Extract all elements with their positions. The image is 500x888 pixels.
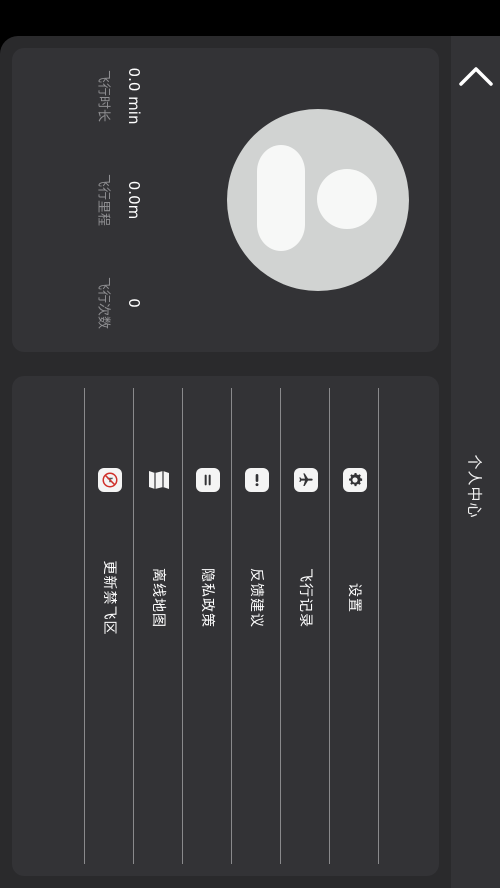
menu-label: 离线地图 [150, 568, 166, 628]
flight-distance-label: 飞行里程 [95, 173, 111, 227]
menu-label: 反馈建议 [248, 568, 264, 628]
profile-panel: 0.0 min 飞行时长 0.0m 飞行里程 0 飞行次数 [12, 48, 439, 352]
flight-count-value: 0 [125, 298, 143, 308]
avatar[interactable] [227, 109, 409, 291]
no-fly-zone-icon [98, 468, 122, 492]
policy-icon [196, 468, 220, 492]
gear-icon [343, 468, 367, 492]
divider [378, 388, 379, 864]
divider [182, 388, 183, 864]
back-button[interactable] [454, 54, 498, 98]
divider [329, 388, 330, 864]
personal-center-screen: 个人中心 0.0 min 飞行时长 0.0m 飞行里程 0 飞行次数 设置 飞行… [0, 36, 500, 888]
avatar-head [317, 169, 377, 229]
exclamation-icon [245, 468, 269, 492]
map-icon [147, 468, 171, 492]
flight-count-label: 飞行次数 [95, 276, 111, 330]
flight-distance-value: 0.0m [125, 180, 143, 220]
chevron-up-icon [459, 67, 493, 86]
menu-item-settings[interactable]: 设置 [332, 388, 378, 864]
divider [84, 388, 85, 864]
menu-label: 设置 [346, 583, 362, 613]
menu-item-feedback[interactable]: 反馈建议 [234, 388, 280, 864]
user-avatar-icon [257, 145, 305, 251]
airplane-icon [294, 468, 318, 492]
page-title: 个人中心 [465, 454, 484, 519]
menu-label: 隐私政策 [199, 568, 215, 628]
menu-item-update-no-fly-zone[interactable]: 更新禁飞区 [87, 388, 133, 864]
menu-item-privacy-policy[interactable]: 隐私政策 [185, 388, 231, 864]
divider [280, 388, 281, 864]
flight-time-value: 0.0 min [125, 67, 143, 125]
menu-item-offline-map[interactable]: 离线地图 [136, 388, 182, 864]
menu-label: 飞行记录 [297, 568, 313, 628]
menu-label: 更新禁飞区 [101, 560, 117, 636]
flight-time-label: 飞行时长 [95, 69, 111, 123]
menu-panel: 设置 飞行记录 反馈建议 隐私政策 离线地图 更新禁飞区 [12, 376, 439, 876]
divider [231, 388, 232, 864]
divider [133, 388, 134, 864]
menu-item-flight-records[interactable]: 飞行记录 [283, 388, 329, 864]
